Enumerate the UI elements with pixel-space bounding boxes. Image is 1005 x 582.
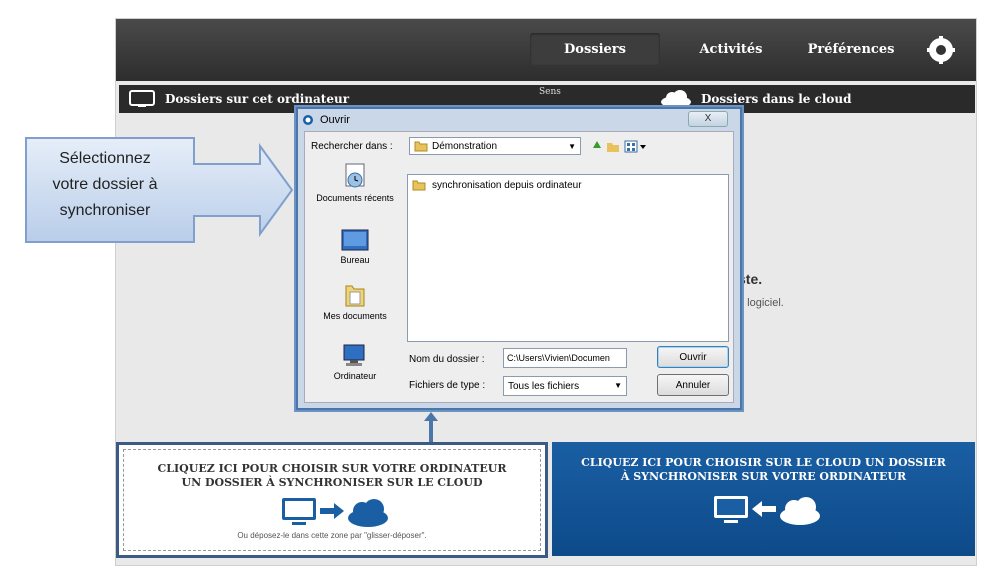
chevron-down-icon: ▼ [614, 381, 622, 390]
local-panel-title: CLIQUEZ ICI POUR CHOISIR SUR VOTRE ORDIN… [124, 462, 540, 490]
place-desktop-label: Bureau [340, 255, 370, 265]
search-in-value: Démonstration [432, 140, 498, 152]
cloud-icon [661, 90, 691, 108]
open-button[interactable]: Ouvrir [657, 346, 729, 368]
place-recent-documents[interactable]: Documents récents [315, 162, 395, 204]
chevron-down-icon: ▼ [568, 142, 576, 151]
cloud-panel-title: CLIQUEZ ICI POUR CHOISIR SUR LE CLOUD UN… [552, 456, 975, 484]
tab-activites[interactable]: Activités [686, 33, 776, 65]
place-recent-label: Documents récents [316, 193, 394, 203]
local-panel-line-1: CLIQUEZ ICI POUR CHOISIR SUR VOTRE ORDIN… [157, 462, 507, 475]
new-folder-icon [607, 143, 619, 152]
place-my-documents-label: Mes documents [323, 311, 387, 321]
place-computer[interactable]: Ordinateur [315, 342, 395, 382]
choose-cloud-folder-panel[interactable]: CLIQUEZ ICI POUR CHOISIR SUR LE CLOUD UN… [552, 442, 975, 556]
folder-name-input[interactable]: C:\Users\Vivien\Documen [503, 348, 627, 368]
cloud-folders-label: Dossiers dans le cloud [701, 92, 852, 106]
empty-state-text: e logiciel. [738, 297, 784, 309]
tab-dossiers[interactable]: Dossiers [530, 33, 660, 65]
callout-line-1: Sélectionnez [59, 150, 151, 167]
dialog-toolbar[interactable] [589, 138, 649, 154]
drop-zone[interactable]: CLIQUEZ ICI POUR CHOISIR SUR VOTRE ORDIN… [123, 449, 541, 551]
list-item[interactable]: synchronisation depuis ordinateur [412, 179, 582, 191]
folder-icon [412, 180, 426, 191]
place-desktop[interactable]: Bureau [315, 228, 395, 266]
local-folders-header: Dossiers sur cet ordinateur [129, 90, 349, 108]
up-arrow-icon [424, 412, 438, 442]
folder-name-label: Nom du dossier : [409, 354, 485, 365]
top-navigation-bar: Dossiers Activités Préférences [116, 19, 976, 81]
view-menu-icon [624, 140, 638, 153]
screenshot-frame: Dossiers Activités Préférences Dossiers … [0, 0, 1005, 582]
places-bar: Documents récents Bureau Mes documents O… [315, 162, 395, 402]
file-type-select[interactable]: Tous les fichiers ▼ [503, 376, 627, 396]
place-my-documents[interactable]: Mes documents [315, 282, 395, 322]
local-folders-label: Dossiers sur cet ordinateur [165, 92, 350, 106]
place-computer-label: Ordinateur [333, 371, 377, 381]
dialog-title: Ouvrir [320, 114, 350, 126]
open-folder-dialog: Ouvrir X Rechercher dans : Démonstration… [296, 107, 742, 410]
app-icon [303, 115, 313, 125]
desktop-icon [341, 229, 369, 251]
file-list[interactable]: synchronisation depuis ordinateur [407, 174, 729, 342]
choose-local-folder-panel[interactable]: CLIQUEZ ICI POUR CHOISIR SUR VOTRE ORDIN… [116, 442, 548, 558]
local-panel-line-2: UN DOSSIER À SYNCHRONISER SUR LE CLOUD [181, 476, 483, 489]
up-folder-icon [593, 141, 601, 148]
cloud-to-monitor-icon [713, 496, 820, 525]
sync-direction-label: Sens [539, 87, 561, 97]
cloud-panel-line-2: À SYNCHRONISER SUR VOTRE ORDINATEUR [620, 470, 907, 483]
file-item-label: synchronisation depuis ordinateur [432, 179, 582, 191]
cancel-button[interactable]: Annuler [657, 374, 729, 396]
recent-documents-icon [345, 163, 365, 188]
my-documents-icon [345, 285, 365, 307]
cloud-gear-icon[interactable] [926, 35, 956, 65]
dialog-body: Rechercher dans : Démonstration ▼ Docume… [304, 131, 734, 403]
file-type-value: Tous les fichiers [508, 380, 580, 392]
cloud-folders-header: Dossiers dans le cloud [659, 89, 852, 109]
dialog-close-button[interactable]: X [688, 111, 728, 127]
callout-line-2: votre dossier à [52, 176, 158, 193]
cloud-panel-line-1: CLIQUEZ ICI POUR CHOISIR SUR LE CLOUD UN… [581, 456, 946, 469]
file-type-label: Fichiers de type : [409, 380, 486, 391]
callout-line-3: synchroniser [59, 202, 151, 219]
drop-hint: Ou déposez-le dans cette zone par "gliss… [237, 531, 427, 540]
tab-preferences[interactable]: Préférences [796, 33, 906, 65]
callout-text: Sélectionnez votre dossier à synchronise… [30, 146, 180, 224]
search-in-label: Rechercher dans : [311, 141, 393, 152]
folder-icon [414, 141, 428, 152]
computer-icon [343, 344, 365, 366]
search-in-combo[interactable]: Démonstration ▼ [409, 137, 581, 155]
monitor-icon [129, 90, 155, 107]
dialog-titlebar: Ouvrir [302, 111, 350, 129]
monitor-to-cloud-icon [282, 498, 388, 527]
